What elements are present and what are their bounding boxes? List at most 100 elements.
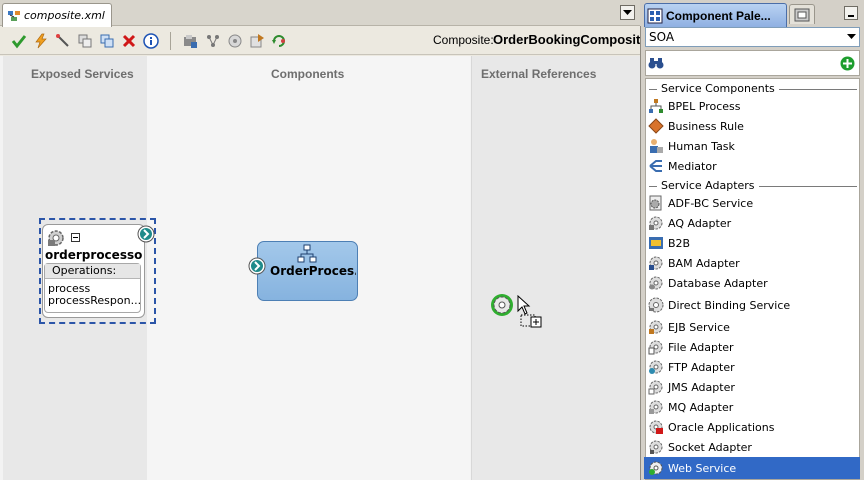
web-service-icon <box>649 461 663 475</box>
external-references-title: External References <box>481 67 597 81</box>
palette-item-label: FTP Adapter <box>668 360 735 374</box>
exposed-service-name: orderprocesso... <box>45 248 143 262</box>
export-button[interactable] <box>247 31 267 51</box>
adf-bc-service-icon <box>649 195 662 211</box>
section-title: Service Adapters <box>659 179 757 192</box>
wiring-icon <box>207 35 219 47</box>
lightning-icon <box>35 33 47 49</box>
palette-item-database-adapter[interactable]: Database Adapter <box>646 273 860 293</box>
palette-item-label: Database Adapter <box>668 276 768 290</box>
composite-xml-tab[interactable]: composite.xml <box>2 3 112 27</box>
tab-list-dropdown-button[interactable] <box>620 5 635 20</box>
palette-item-label: JMS Adapter <box>668 380 735 394</box>
mq-adapter-icon <box>649 400 663 414</box>
business-rule-icon <box>648 118 664 134</box>
component-palette-tab[interactable]: Component Pale... <box>644 3 787 27</box>
chevron-down-icon <box>846 34 856 39</box>
section-title: Service Components <box>659 82 777 95</box>
palette-item-bpel-process[interactable]: BPEL Process <box>646 96 860 116</box>
palette-item-aq-adapter[interactable]: AQ Adapter <box>646 213 860 233</box>
operations-header: Operations: <box>45 264 140 279</box>
palette-item-web-service[interactable]: Web Service <box>644 457 860 479</box>
binoculars-search-icon[interactable] <box>648 55 664 71</box>
palette-item-mq-adapter[interactable]: MQ Adapter <box>646 397 860 417</box>
gear-service-icon <box>48 230 64 246</box>
toolbar-separator <box>170 32 171 50</box>
oracle-applications-icon <box>649 420 663 434</box>
add-plus-icon[interactable] <box>840 56 855 71</box>
refresh-button[interactable] <box>269 31 289 51</box>
palette-item-label: Mediator <box>668 159 717 173</box>
palette-item-oracle-applications[interactable]: Oracle Applications <box>646 417 860 437</box>
delete-icon <box>122 34 136 48</box>
info-icon <box>143 33 159 49</box>
composite-file-icon <box>8 10 20 21</box>
palette-item-socket-adapter[interactable]: Socket Adapter <box>646 437 860 457</box>
palette-item-bam-adapter[interactable]: BAM Adapter <box>646 253 860 273</box>
palette-item-label: MQ Adapter <box>668 400 734 414</box>
tab-label: composite.xml <box>24 9 105 22</box>
exposed-services-title: Exposed Services <box>31 67 134 81</box>
deploy-button[interactable] <box>180 31 200 51</box>
palette-item-mediator[interactable]: Mediator <box>646 156 860 176</box>
palette-tab-label: Component Pale... <box>666 8 771 23</box>
test-icon <box>228 34 242 48</box>
copy-icon <box>78 34 92 48</box>
palette-item-label: Socket Adapter <box>668 440 752 454</box>
palette-item-b2b[interactable]: B2B <box>646 233 860 253</box>
operation-item: processRespon... <box>48 294 142 307</box>
palette-item-adf-bc-service[interactable]: ADF-BC Service <box>646 193 860 213</box>
resource-palette-icon <box>794 8 810 22</box>
palette-item-label: EJB Service <box>668 320 730 334</box>
drag-copy-cursor-icon <box>517 295 542 328</box>
service-connector-arrow-icon[interactable] <box>137 225 155 243</box>
wiring-button[interactable] <box>203 31 223 51</box>
bpel-process-icon <box>649 99 663 113</box>
component-connector-arrow-icon[interactable] <box>248 257 266 275</box>
paste-button[interactable] <box>97 31 117 51</box>
b2b-icon <box>649 237 663 249</box>
palette-item-label: ADF-BC Service <box>668 196 754 210</box>
lightning-button[interactable] <box>31 31 51 51</box>
wand-icon <box>56 34 69 47</box>
mediator-icon <box>649 160 662 172</box>
ftp-adapter-icon <box>649 360 663 374</box>
aq-adapter-icon <box>649 216 663 230</box>
palette-item-business-rule[interactable]: Business Rule <box>646 116 860 136</box>
check-icon <box>11 35 27 49</box>
info-button[interactable] <box>141 31 161 51</box>
palette-item-label: BPEL Process <box>668 99 741 113</box>
palette-item-label: Business Rule <box>668 119 744 133</box>
palette-item-jms-adapter[interactable]: JMS Adapter <box>646 377 860 397</box>
palette-item-label: Oracle Applications <box>668 420 775 434</box>
minimize-button[interactable] <box>844 6 858 20</box>
palette-item-label: File Adapter <box>668 340 734 354</box>
palette-item-ftp-adapter[interactable]: FTP Adapter <box>646 357 860 377</box>
bpel-process-icon <box>297 244 317 263</box>
copy-button[interactable] <box>75 31 95 51</box>
palette-item-label: Human Task <box>668 139 735 153</box>
palette-item-file-adapter[interactable]: File Adapter <box>646 337 860 357</box>
section-service-components[interactable]: Service Components <box>646 81 860 97</box>
delete-button[interactable] <box>119 31 139 51</box>
palette-category-select[interactable]: SOA <box>645 27 860 47</box>
composite-name: OrderBookingComposite <box>493 32 648 47</box>
resource-palette-tab[interactable] <box>789 4 815 24</box>
category-dropdown-button[interactable] <box>844 29 858 45</box>
palette-item-direct-binding-service[interactable]: Direct Binding Service <box>646 295 860 315</box>
chevron-down-icon <box>623 9 632 15</box>
wand-button[interactable] <box>53 31 73 51</box>
validate-button[interactable] <box>9 31 29 51</box>
collapse-toggle[interactable] <box>71 233 80 242</box>
section-service-adapters[interactable]: Service Adapters <box>646 178 860 194</box>
refresh-icon <box>272 35 285 47</box>
palette-item-label: Web Service <box>668 461 737 475</box>
test-button[interactable] <box>225 31 245 51</box>
external-references-lane[interactable] <box>471 56 640 480</box>
palette-item-label: B2B <box>668 236 691 250</box>
palette-item-human-task[interactable]: Human Task <box>646 136 860 156</box>
paste-icon <box>100 34 114 48</box>
bam-adapter-icon <box>649 256 663 270</box>
palette-item-ejb-service[interactable]: EJB Service <box>646 317 860 337</box>
socket-adapter-icon <box>649 440 663 454</box>
